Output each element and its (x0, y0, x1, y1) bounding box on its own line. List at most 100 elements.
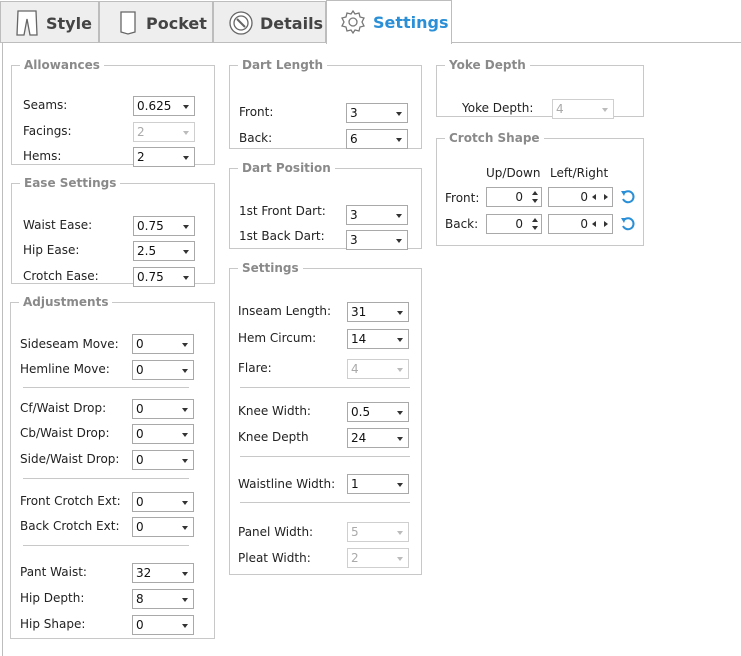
reset-back-icon[interactable] (620, 216, 636, 232)
waist-ease-select[interactable]: 0.75 (133, 216, 195, 236)
tab-bar: Style Pocket Details Settings (0, 0, 741, 44)
knee-depth-label: Knee Depth (238, 430, 309, 444)
pants-icon (15, 10, 39, 40)
tab-details-label: Details (260, 14, 324, 33)
panel-width-select: 5 (347, 522, 409, 542)
sideseam-move-select[interactable]: 0 (132, 334, 194, 354)
waistline-width-select[interactable]: 1 (347, 474, 409, 494)
spin-right-icon[interactable] (604, 221, 608, 227)
crotch-ease-select[interactable]: 0.75 (133, 267, 195, 287)
settings-group: Settings Inseam Length: 31 Hem Circum: 1… (229, 261, 422, 575)
tab-settings-label: Settings (373, 13, 449, 32)
tab-pocket[interactable]: Pocket (99, 1, 213, 42)
front-leftright-value: 0 (580, 190, 588, 204)
reset-front-icon[interactable] (620, 189, 636, 205)
dart-front-label: Front: (239, 105, 274, 119)
front-leftright-spinner[interactable]: 0 (548, 187, 613, 207)
gear-icon (340, 9, 366, 39)
divider (240, 456, 410, 457)
tab-pocket-label: Pocket (146, 14, 207, 33)
spin-down-icon[interactable] (532, 199, 538, 203)
front-updown-spinner[interactable]: 0 (486, 187, 542, 207)
waistline-width-label: Waistline Width: (238, 477, 336, 491)
tab-style[interactable]: Style (0, 1, 99, 42)
spin-down-icon[interactable] (532, 226, 538, 230)
tab-settings[interactable]: Settings (326, 0, 452, 44)
facings-select: 2 (133, 122, 195, 142)
spin-up-icon[interactable] (532, 218, 538, 222)
hems-select[interactable]: 2 (133, 147, 195, 167)
spin-left-icon[interactable] (592, 221, 596, 227)
panel-width-label: Panel Width: (238, 525, 314, 539)
hemline-move-label: Hemline Move: (20, 362, 110, 376)
back-updown-spinner[interactable]: 0 (486, 214, 542, 234)
dart-front-select[interactable]: 3 (346, 103, 408, 123)
side-waist-drop-select[interactable]: 0 (132, 450, 194, 470)
pocket-icon (118, 10, 138, 40)
cb-waist-drop-select[interactable]: 0 (132, 424, 194, 444)
dart-back-select[interactable]: 6 (346, 129, 408, 149)
yoke-depth-label: Yoke Depth: (462, 101, 534, 115)
facings-label: Facings: (23, 124, 72, 138)
waist-ease-label: Waist Ease: (23, 218, 93, 232)
seams-select[interactable]: 0.625 (133, 96, 195, 116)
back-crotch-ext-select[interactable]: 0 (132, 517, 194, 537)
pant-waist-label: Pant Waist: (20, 565, 87, 579)
divider (23, 387, 189, 388)
front-crotch-ext-label: Front Crotch Ext: (20, 494, 121, 508)
flare-label: Flare: (238, 361, 272, 375)
seams-label: Seams: (23, 98, 68, 112)
knee-width-select[interactable]: 0.5 (347, 402, 409, 422)
up-down-header: Up/Down (486, 166, 541, 180)
inseam-length-label: Inseam Length: (238, 304, 332, 318)
crotch-front-label: Front: (445, 191, 480, 205)
tab-details[interactable]: Details (213, 1, 326, 42)
pleat-width-select: 2 (347, 548, 409, 568)
ease-settings-group: Ease Settings Waist Ease: 0.75 Hip Ease:… (11, 176, 215, 287)
back-leftright-spinner[interactable]: 0 (548, 214, 613, 234)
yoke-depth-select: 4 (552, 99, 614, 119)
first-front-dart-select[interactable]: 3 (346, 205, 408, 225)
cb-waist-drop-label: Cb/Waist Drop: (20, 426, 110, 440)
hem-circum-select[interactable]: 14 (347, 329, 409, 349)
yoke-depth-legend: Yoke Depth (449, 58, 526, 72)
spin-right-icon[interactable] (604, 194, 608, 200)
first-back-dart-select[interactable]: 3 (346, 230, 408, 250)
divider (23, 545, 189, 546)
allowances-legend: Allowances (24, 58, 100, 72)
back-leftright-value: 0 (580, 217, 588, 231)
adjustments-legend: Adjustments (23, 295, 109, 309)
allowances-group: Allowances Seams: 0.625 Facings: 2 Hems:… (11, 58, 215, 167)
first-back-dart-label: 1st Back Dart: (239, 229, 325, 243)
tab-style-label: Style (46, 14, 92, 33)
spin-up-icon[interactable] (532, 191, 538, 195)
crotch-ease-label: Crotch Ease: (23, 269, 99, 283)
hip-depth-select[interactable]: 8 (132, 589, 194, 609)
hip-shape-select[interactable]: 0 (132, 615, 194, 635)
front-crotch-ext-select[interactable]: 0 (132, 492, 194, 512)
back-updown-value: 0 (515, 217, 523, 231)
yoke-depth-group: Yoke Depth Yoke Depth: 4 (436, 58, 644, 119)
spin-left-icon[interactable] (592, 194, 596, 200)
dart-length-group: Dart Length Front: 3 Back: 6 (229, 58, 422, 149)
pant-waist-select[interactable]: 32 (132, 563, 194, 583)
cf-waist-drop-select[interactable]: 0 (132, 399, 194, 419)
side-waist-drop-label: Side/Waist Drop: (20, 452, 120, 466)
inseam-length-select[interactable]: 31 (347, 302, 409, 322)
crotch-shape-legend: Crotch Shape (449, 131, 540, 145)
back-crotch-ext-label: Back Crotch Ext: (20, 519, 120, 533)
ease-settings-legend: Ease Settings (24, 176, 117, 190)
knee-depth-select[interactable]: 24 (347, 428, 409, 448)
crotch-back-label: Back: (445, 217, 479, 231)
dart-back-label: Back: (239, 131, 273, 145)
settings-panel: Allowances Seams: 0.625 Facings: 2 Hems:… (2, 42, 741, 656)
hip-ease-select[interactable]: 2.5 (133, 241, 195, 261)
dart-length-legend: Dart Length (242, 58, 324, 72)
hemline-move-select[interactable]: 0 (132, 360, 194, 380)
crotch-shape-group: Crotch Shape Up/Down Left/Right Front: 0… (436, 131, 644, 246)
first-front-dart-label: 1st Front Dart: (239, 204, 326, 218)
hip-shape-label: Hip Shape: (20, 617, 86, 631)
dart-position-group: Dart Position 1st Front Dart: 3 1st Back… (229, 161, 422, 250)
flare-select: 4 (347, 359, 409, 379)
hip-depth-label: Hip Depth: (20, 591, 85, 605)
